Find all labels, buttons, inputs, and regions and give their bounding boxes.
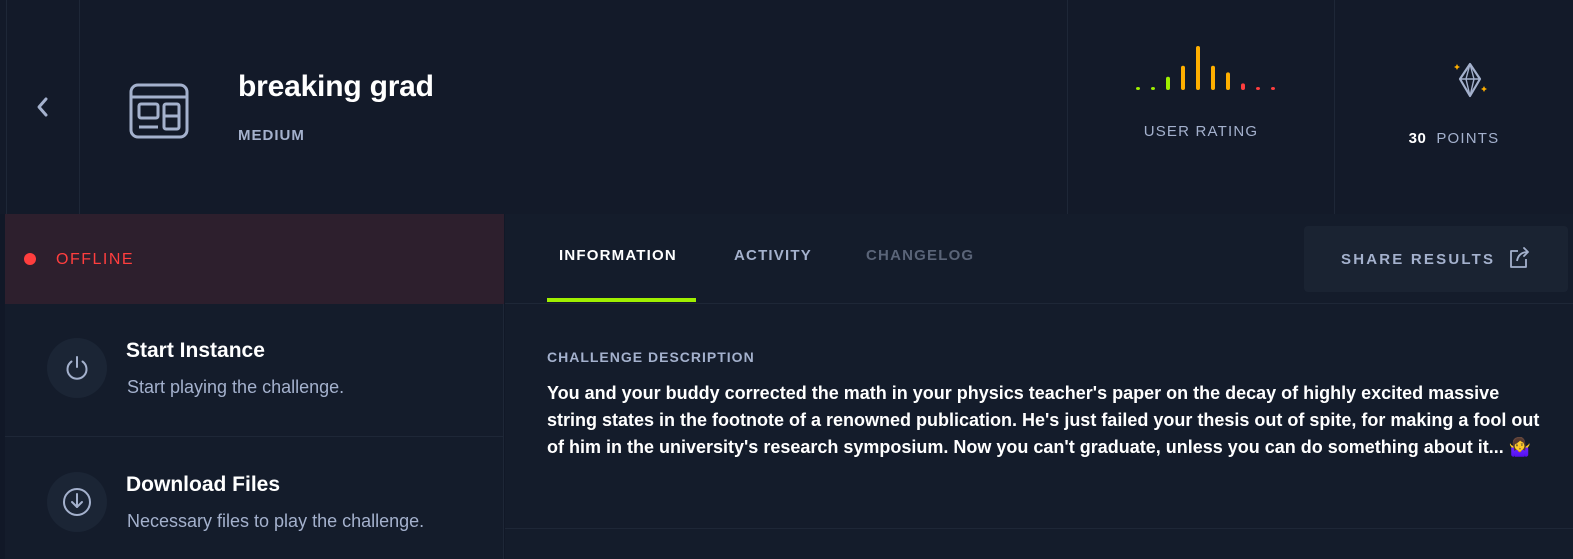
points-value: 30 [1408,130,1427,147]
rating-bar-chart [1136,46,1275,90]
instance-status-bar: OFFLINE [5,214,504,304]
download-icon [63,488,91,516]
challenge-title: breaking grad [238,70,434,103]
tab-information[interactable]: INFORMATION [559,247,677,264]
status-label: OFFLINE [56,251,135,268]
points-label: POINTS [1436,130,1500,147]
rating-bar [1226,72,1230,90]
status-dot [24,253,36,265]
share-results-button[interactable]: SHARE RESULTS [1304,226,1568,292]
difficulty-label: MEDIUM [238,127,305,144]
rating-bar [1181,65,1185,90]
download-files-subtitle: Necessary files to play the challenge. [127,511,425,531]
power-icon [66,356,88,380]
download-icon-circle [47,472,107,532]
share-results-label: SHARE RESULTS [1341,251,1496,268]
download-files-title: Download Files [126,473,281,496]
user-rating-label: USER RATING [1143,123,1259,140]
points-line: 30 POINTS [1335,130,1573,147]
challenge-description-text: You and your buddy corrected the math in… [547,383,1540,457]
rating-bar [1166,76,1170,90]
challenge-description-heading: CHALLENGE DESCRIPTION [547,349,755,365]
rating-bar [1211,65,1215,90]
rating-bar [1256,87,1260,90]
rating-bar [1151,87,1155,90]
power-icon-circle [47,338,107,398]
share-external-icon [1510,247,1529,268]
active-tab-indicator [547,298,696,302]
chevron-left-icon [37,97,48,117]
rating-bar [1196,46,1200,90]
web-window-icon [129,83,189,139]
start-instance-subtitle: Start playing the challenge. [127,377,345,397]
diamond-sparkle-icon [1454,62,1487,98]
points: 30 POINTS [1335,0,1573,214]
start-instance-title: Start Instance [126,339,265,362]
challenge-header: breaking grad MEDIUM USER RATING 30 POINT… [0,0,1573,214]
description-divider [505,528,1573,529]
rating-bar [1136,87,1140,90]
tab-bar: INFORMATION ACTIVITY CHANGELOG SHARE RES… [505,214,1573,304]
rating-bar [1271,87,1275,90]
tab-changelog[interactable]: CHANGELOG [866,247,974,264]
tab-activity[interactable]: ACTIVITY [734,247,812,264]
download-files-button[interactable]: Download Files Necessary files to play t… [5,437,504,559]
main-panel: INFORMATION ACTIVITY CHANGELOG SHARE RES… [505,214,1573,559]
user-rating: USER RATING [1067,0,1335,214]
start-instance-button[interactable]: Start Instance Start playing the challen… [5,304,504,437]
left-panel: OFFLINE Start Instance Start playing the… [5,214,504,559]
back-button[interactable] [28,92,58,122]
back-column [6,0,80,214]
rating-bar [1241,83,1245,90]
